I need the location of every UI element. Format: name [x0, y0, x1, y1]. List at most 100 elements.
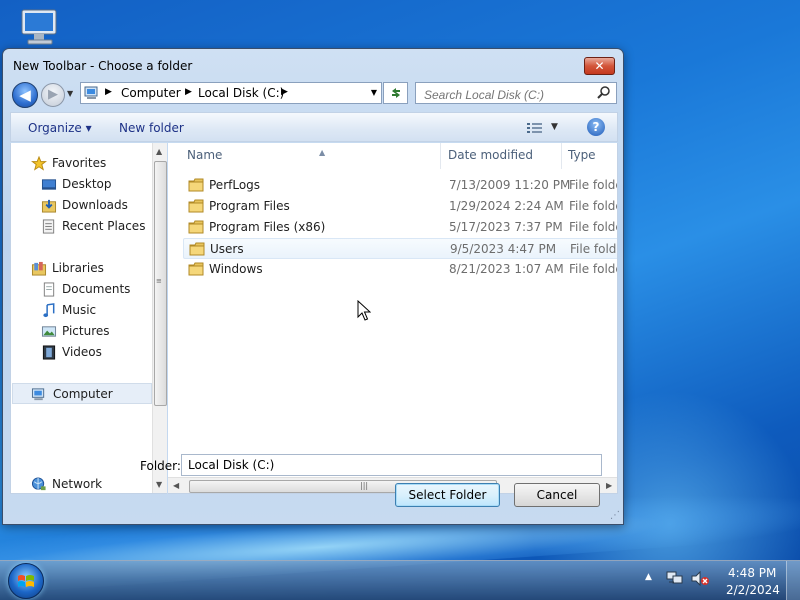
scrollbar-grip-icon: |||: [360, 481, 369, 490]
folder-icon: [189, 242, 205, 256]
column-header-label: Type: [568, 148, 596, 162]
mouse-cursor-icon: [357, 300, 371, 321]
file-type: File folder: [569, 220, 617, 234]
select-folder-button[interactable]: Select Folder: [395, 483, 500, 507]
sidebar-item-recent-places[interactable]: Recent Places: [11, 216, 151, 237]
breadcrumb-local-disk[interactable]: Local Disk (C:): [198, 86, 284, 100]
network-icon: [31, 477, 46, 491]
address-bar[interactable]: ▶ Computer ▶ Local Disk (C:) ▶ ▼: [80, 82, 382, 104]
file-name: Program Files (x86): [209, 220, 326, 234]
command-bar: Organize ▾ New folder ▼ ?: [10, 112, 618, 142]
file-name: PerfLogs: [209, 178, 261, 192]
file-type: File folder: [569, 262, 617, 276]
column-header-name[interactable]: Name ▲: [181, 143, 441, 169]
libraries-icon: [31, 261, 47, 276]
show-desktop-button[interactable]: [786, 561, 800, 600]
sidebar-item-pictures[interactable]: Pictures: [11, 321, 151, 342]
back-button[interactable]: ◀: [12, 82, 38, 108]
folder-icon: [188, 178, 204, 192]
sidebar-item-downloads[interactable]: Downloads: [11, 195, 151, 216]
downloads-icon: [41, 199, 57, 213]
close-button[interactable]: ✕: [584, 57, 615, 75]
sidebar-item-label: Pictures: [62, 324, 110, 338]
sidebar-item-label: Desktop: [62, 177, 112, 191]
sidebar-item-label: Computer: [53, 387, 113, 401]
show-hidden-icons-button[interactable]: ▲: [645, 572, 652, 582]
start-button[interactable]: [8, 563, 44, 599]
file-list: Name ▲ Date modified Type PerfLogs 7/13/…: [168, 143, 618, 494]
recent-pages-dropdown[interactable]: ▼: [67, 89, 73, 98]
sidebar-item-label: Music: [62, 303, 97, 317]
file-type: File folder: [569, 178, 617, 192]
clock-time[interactable]: 4:48 PM: [728, 566, 776, 580]
sidebar-item-label: Favorites: [52, 156, 107, 170]
sidebar-item-music[interactable]: Music: [11, 300, 151, 321]
cancel-button[interactable]: Cancel: [514, 483, 600, 507]
search-icon[interactable]: [597, 85, 611, 99]
navigation-pane: Favorites Desktop Downloads Recent Place…: [10, 143, 167, 494]
network-status-icon[interactable]: [666, 570, 684, 586]
file-row-program-files-x86[interactable]: Program Files (x86) 5/17/2023 7:37 PM Fi…: [183, 217, 617, 238]
desktop-icon: [41, 179, 57, 190]
windows-logo-icon: [18, 575, 34, 587]
choose-folder-dialog: New Toolbar - Choose a folder ✕ ◀ ▶ ▼ ▶ …: [2, 48, 624, 525]
refresh-icon: [391, 88, 400, 98]
resize-grip-icon[interactable]: ⋰: [610, 510, 620, 521]
desktop-computer-icon[interactable]: [16, 8, 64, 48]
file-row-users[interactable]: Users 9/5/2023 4:47 PM File folder: [183, 238, 617, 259]
sidebar-item-videos[interactable]: Videos: [11, 342, 151, 363]
dialog-title: New Toolbar - Choose a folder: [13, 59, 193, 73]
sidebar-item-favorites[interactable]: Favorites: [11, 153, 151, 174]
sidebar-item-label: Libraries: [52, 261, 104, 275]
sidebar-item-libraries[interactable]: Libraries: [11, 258, 151, 279]
file-row-perflogs[interactable]: PerfLogs 7/13/2009 11:20 PM File folder: [183, 175, 617, 196]
folder-icon: [188, 199, 204, 213]
folder-icon: [188, 262, 204, 276]
breadcrumb-computer[interactable]: Computer: [121, 86, 181, 100]
refresh-button[interactable]: [383, 82, 408, 104]
file-row-program-files[interactable]: Program Files 1/29/2024 2:24 AM File fol…: [183, 196, 617, 217]
music-icon: [43, 303, 55, 318]
scroll-up-arrow-icon[interactable]: ▲: [156, 147, 162, 156]
computer-icon: [31, 388, 45, 401]
file-date: 5/17/2023 7:37 PM: [449, 220, 563, 234]
sidebar-item-computer[interactable]: Computer: [12, 383, 152, 404]
forward-button[interactable]: ▶: [41, 83, 65, 107]
search-input[interactable]: [415, 82, 617, 104]
breadcrumb-separator[interactable]: ▶: [185, 87, 192, 97]
folder-field[interactable]: Local Disk (C:): [181, 454, 602, 476]
help-icon[interactable]: ?: [587, 118, 605, 136]
change-view-icon[interactable]: [526, 121, 544, 135]
navigation-scrollbar[interactable]: ▲ ≡ ▼: [152, 143, 167, 493]
scroll-right-arrow-icon[interactable]: ▶: [606, 481, 612, 490]
new-folder-button[interactable]: New folder: [119, 121, 184, 135]
clock-date[interactable]: 2/2/2024: [726, 583, 780, 597]
folder-label: Folder:: [140, 459, 181, 473]
scroll-left-arrow-icon[interactable]: ◀: [173, 481, 179, 490]
sidebar-item-network[interactable]: Network: [11, 474, 151, 493]
sidebar-item-desktop[interactable]: Desktop: [11, 174, 151, 195]
scroll-down-arrow-icon[interactable]: ▼: [156, 480, 162, 489]
column-header-type[interactable]: Type: [562, 143, 617, 169]
view-options-dropdown[interactable]: ▼: [551, 122, 558, 132]
file-date: 7/13/2009 11:20 PM: [449, 178, 571, 192]
file-date: 1/29/2024 2:24 AM: [449, 199, 564, 213]
sidebar-item-documents[interactable]: Documents: [11, 279, 151, 300]
column-header-label: Name: [187, 148, 223, 162]
organize-button[interactable]: Organize ▾: [28, 121, 92, 135]
breadcrumb-separator[interactable]: ▶: [105, 87, 112, 97]
sidebar-item-label: Recent Places: [62, 219, 146, 233]
recent-places-icon: [42, 219, 55, 234]
pictures-icon: [41, 326, 57, 337]
file-row-windows[interactable]: Windows 8/21/2023 1:07 AM File folder: [183, 259, 617, 280]
address-dropdown[interactable]: ▼: [371, 88, 377, 97]
column-header-date-modified[interactable]: Date modified: [442, 143, 562, 169]
folder-icon: [188, 220, 204, 234]
breadcrumb-separator[interactable]: ▶: [281, 87, 288, 97]
star-icon: [31, 156, 47, 171]
file-name: Program Files: [209, 199, 290, 213]
volume-muted-icon[interactable]: [690, 570, 710, 587]
file-type: File folder: [570, 242, 617, 256]
sidebar-item-label: Network: [52, 477, 103, 491]
file-type: File folder: [569, 199, 617, 213]
